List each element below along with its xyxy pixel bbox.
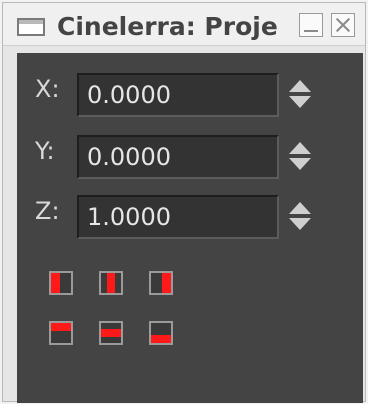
align-bottom-icon — [151, 335, 171, 343]
spin-up-icon[interactable] — [289, 142, 311, 154]
z-spinner[interactable] — [287, 200, 313, 234]
align-left-icon — [51, 273, 60, 293]
align-left-button[interactable] — [49, 271, 73, 295]
close-icon[interactable] — [331, 13, 355, 37]
align-bottom-button[interactable] — [149, 321, 173, 345]
y-spinner[interactable] — [287, 140, 313, 174]
y-label: Y: — [35, 137, 55, 165]
cinelerra-projector-window: Cinelerra: Proje X: Y: Z: — [2, 2, 366, 403]
spin-up-icon[interactable] — [289, 202, 311, 214]
window-title: Cinelerra: Proje — [57, 12, 278, 41]
spin-down-icon[interactable] — [289, 96, 311, 108]
x-spinner[interactable] — [287, 78, 313, 112]
spin-down-icon[interactable] — [289, 158, 311, 170]
spin-down-icon[interactable] — [289, 218, 311, 230]
align-right-icon — [162, 273, 171, 293]
minimize-icon[interactable] — [299, 13, 323, 37]
y-row: Y: — [17, 135, 363, 181]
x-label: X: — [35, 75, 60, 103]
x-input[interactable] — [77, 73, 279, 117]
align-right-button[interactable] — [149, 271, 173, 295]
align-center-horizontal-icon — [107, 273, 115, 293]
align-top-icon — [51, 323, 71, 331]
y-input[interactable] — [77, 135, 279, 179]
z-row: Z: — [17, 195, 363, 241]
window-icon — [17, 18, 45, 36]
z-label: Z: — [35, 197, 60, 225]
projector-panel: X: Y: Z: — [17, 53, 363, 403]
align-top-button[interactable] — [49, 321, 73, 345]
title-bar[interactable]: Cinelerra: Proje — [3, 3, 365, 46]
align-center-vertical-icon — [101, 329, 121, 337]
z-input[interactable] — [77, 195, 279, 239]
spin-up-icon[interactable] — [289, 80, 311, 92]
x-row: X: — [17, 73, 363, 119]
align-center-vertical-button[interactable] — [99, 321, 123, 345]
align-center-horizontal-button[interactable] — [99, 271, 123, 295]
